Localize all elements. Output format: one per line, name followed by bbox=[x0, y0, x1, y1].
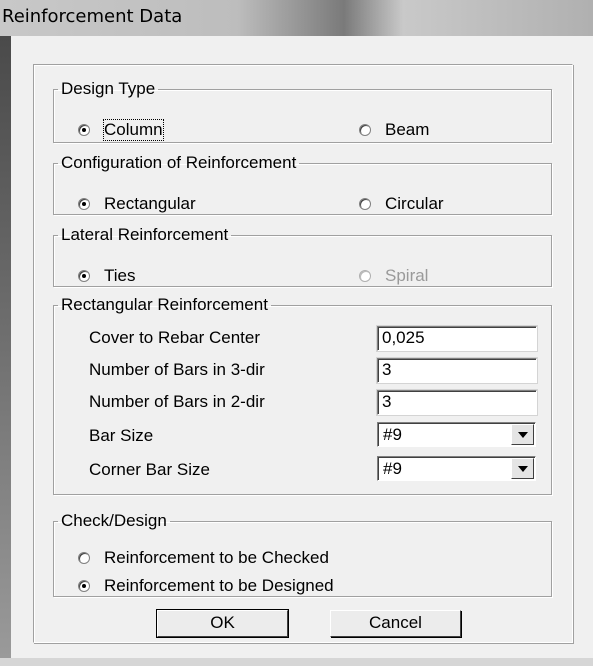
chevron-down-icon[interactable] bbox=[511, 458, 534, 479]
bar-size-value: #9 bbox=[383, 425, 402, 444]
radio-ties-indicator bbox=[78, 270, 90, 282]
rectangular-group: Rectangular Reinforcement Cover to Rebar… bbox=[53, 295, 552, 495]
bars-2-dir-input[interactable]: 3 bbox=[377, 390, 537, 415]
radio-rectangular[interactable]: Rectangular bbox=[78, 194, 196, 214]
radio-ties-label: Ties bbox=[104, 266, 136, 285]
lateral-legend: Lateral Reinforcement bbox=[61, 225, 229, 244]
radio-ties[interactable]: Ties bbox=[78, 266, 136, 286]
corner-bar-size-value: #9 bbox=[383, 459, 402, 478]
bars-3-dir-label: Number of Bars in 3-dir bbox=[89, 360, 265, 379]
chevron-down-icon[interactable] bbox=[511, 424, 534, 445]
radio-circular-label: Circular bbox=[385, 194, 444, 213]
dialog-body: Design Type Column Beam Configuration of… bbox=[11, 36, 593, 658]
radio-spiral: Spiral bbox=[359, 266, 428, 286]
radio-reinforcement-designed-indicator bbox=[78, 580, 90, 592]
cover-label: Cover to Rebar Center bbox=[89, 328, 261, 347]
check-design-legend: Check/Design bbox=[61, 511, 167, 530]
window-left-edge bbox=[0, 36, 11, 658]
radio-column-label: Column bbox=[103, 119, 164, 141]
radio-spiral-label: Spiral bbox=[385, 266, 429, 285]
radio-beam-indicator bbox=[359, 124, 371, 136]
radio-spiral-indicator bbox=[359, 270, 371, 282]
radio-circular[interactable]: Circular bbox=[359, 194, 444, 214]
configuration-legend: Configuration of Reinforcement bbox=[61, 153, 297, 172]
radio-reinforcement-designed-label: Reinforcement to be Designed bbox=[104, 576, 334, 595]
configuration-group: Configuration of Reinforcement Rectangul… bbox=[53, 153, 552, 215]
radio-rectangular-indicator bbox=[78, 198, 90, 210]
corner-bar-size-select[interactable]: #9 bbox=[377, 456, 536, 481]
radio-column-indicator bbox=[78, 124, 90, 136]
bar-size-select[interactable]: #9 bbox=[377, 422, 536, 447]
title-bar[interactable]: Reinforcement Data bbox=[0, 0, 593, 36]
radio-beam-label: Beam bbox=[385, 120, 430, 139]
lateral-group: Lateral Reinforcement Ties Spiral bbox=[53, 225, 552, 287]
radio-reinforcement-checked[interactable]: Reinforcement to be Checked bbox=[78, 548, 329, 568]
cover-input[interactable]: 0,025 bbox=[377, 326, 537, 351]
window-title: Reinforcement Data bbox=[2, 6, 183, 27]
radio-reinforcement-designed[interactable]: Reinforcement to be Designed bbox=[78, 576, 334, 596]
check-design-group: Check/Design Reinforcement to be Checked… bbox=[53, 511, 552, 597]
radio-reinforcement-checked-indicator bbox=[78, 552, 90, 564]
radio-column[interactable]: Column bbox=[78, 119, 164, 141]
window-bottom-edge bbox=[0, 658, 593, 666]
corner-bar-size-label: Corner Bar Size bbox=[89, 460, 210, 479]
design-type-legend: Design Type bbox=[61, 79, 156, 98]
bars-3-dir-input[interactable]: 3 bbox=[377, 358, 537, 383]
ok-button[interactable]: OK bbox=[156, 609, 289, 638]
bar-size-label: Bar Size bbox=[89, 426, 154, 445]
radio-circular-indicator bbox=[359, 198, 371, 210]
rectangular-legend: Rectangular Reinforcement bbox=[61, 295, 268, 314]
radio-reinforcement-checked-label: Reinforcement to be Checked bbox=[104, 548, 329, 567]
radio-rectangular-label: Rectangular bbox=[104, 194, 196, 213]
reinforcement-panel: Design Type Column Beam Configuration of… bbox=[33, 64, 573, 643]
cancel-button[interactable]: Cancel bbox=[330, 610, 461, 637]
bars-2-dir-label: Number of Bars in 2-dir bbox=[89, 392, 265, 411]
radio-beam[interactable]: Beam bbox=[359, 120, 429, 140]
design-type-group: Design Type Column Beam bbox=[53, 79, 552, 143]
